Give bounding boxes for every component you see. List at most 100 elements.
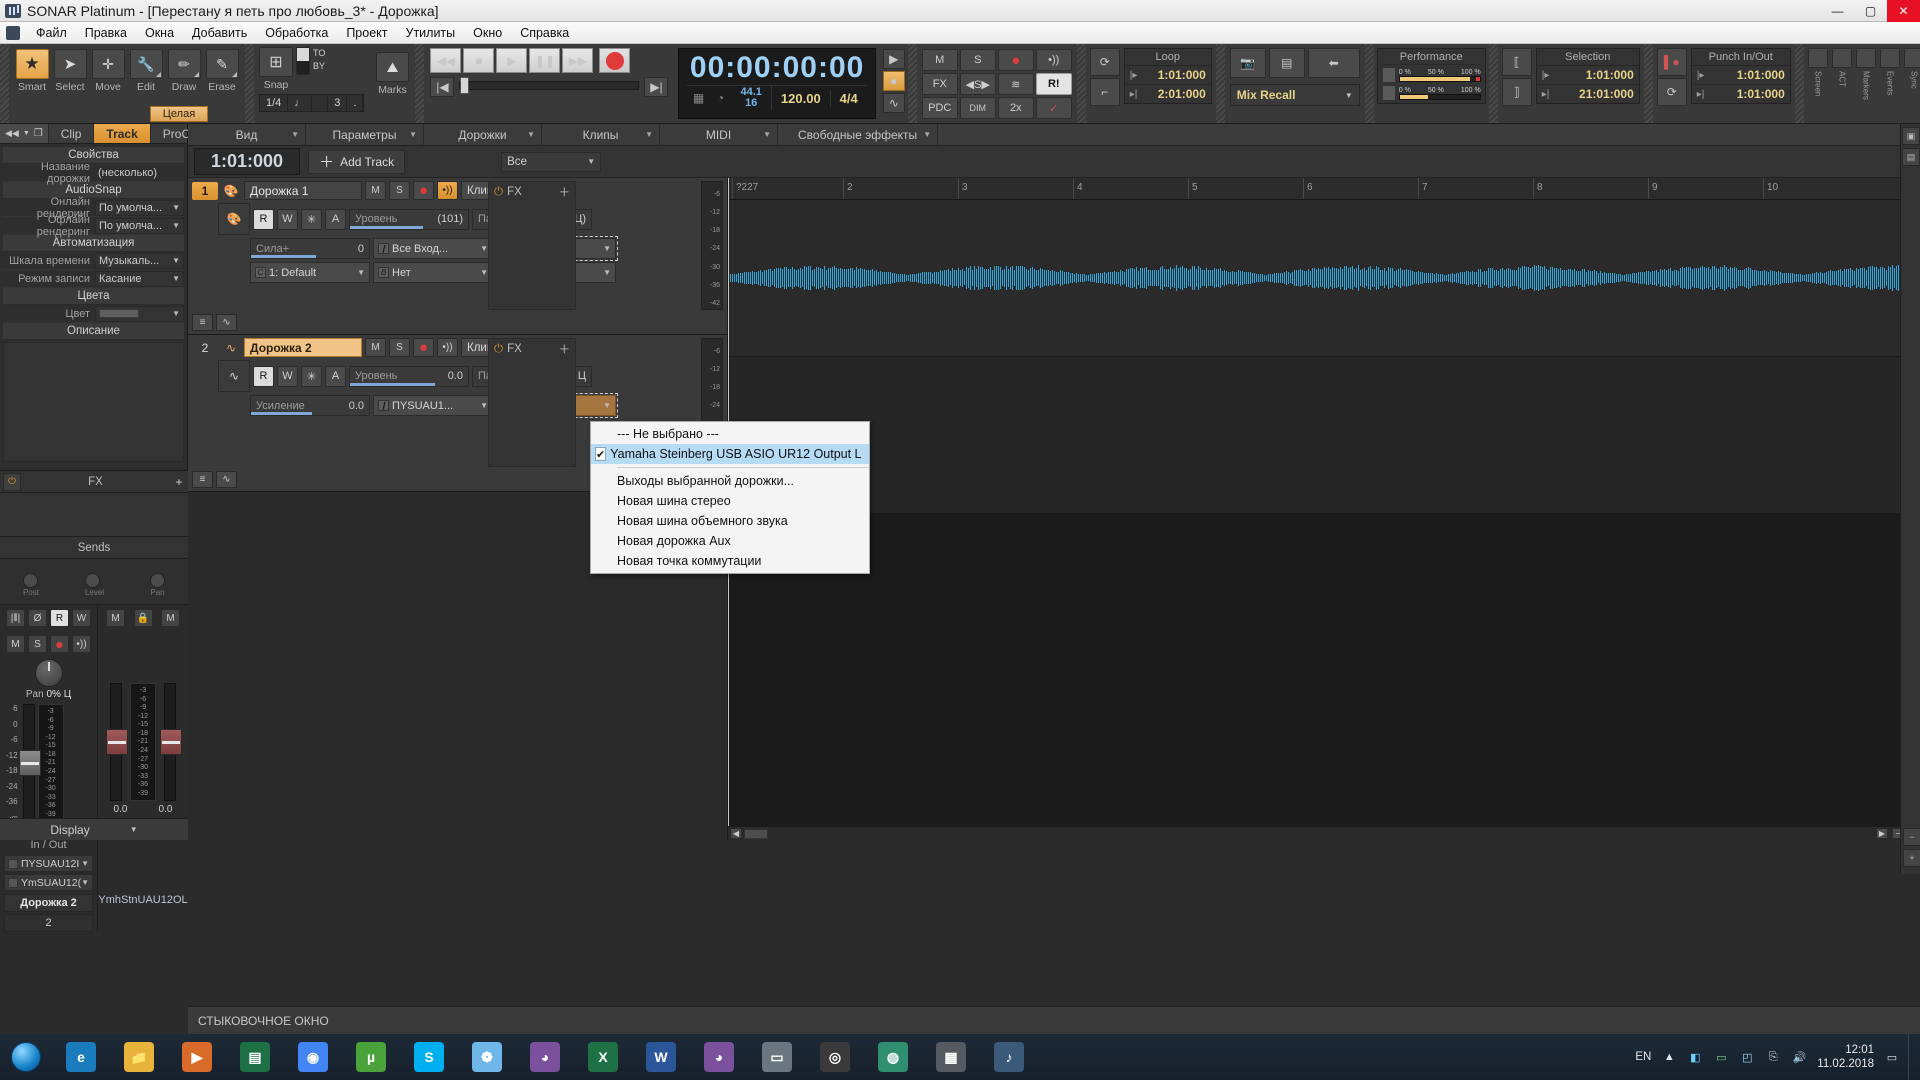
mix-recall-select[interactable]: Mix Recall ▼: [1229, 84, 1360, 106]
palette-icon[interactable]: ◔: [709, 89, 731, 107]
skype-icon[interactable]: S: [400, 1034, 458, 1080]
loop-icon[interactable]: ⟳: [1089, 48, 1120, 76]
doublespeed-button[interactable]: 2x: [997, 97, 1034, 119]
menu-item-new-patch-point[interactable]: Новая точка коммутации: [591, 551, 869, 571]
row-track-name-value[interactable]: (несколько): [95, 165, 184, 181]
toolbar-grip-6[interactable]: [1215, 44, 1225, 123]
fx-bypass-button[interactable]: FX: [921, 73, 958, 95]
tv-menu-params[interactable]: Параметры ▼: [306, 124, 424, 145]
track1-fx-rack[interactable]: ⏻ FX ＋: [488, 181, 576, 310]
calc-icon[interactable]: ▦: [922, 1034, 980, 1080]
row-timebase-value[interactable]: Музыкаль... ▼: [95, 252, 184, 269]
snap-note-icon[interactable]: ♩: [288, 95, 313, 111]
play-mini-icon[interactable]: ▶: [882, 49, 905, 69]
automation-lane-icon[interactable]: ≡: [192, 314, 213, 331]
track1-arm-button[interactable]: ●: [413, 181, 434, 200]
go-to-start-button[interactable]: |◀: [430, 77, 455, 97]
start-orb-icon[interactable]: [0, 1034, 52, 1080]
input-monitor-icon[interactable]: •)): [72, 635, 91, 653]
menu-item-process[interactable]: Обработка: [256, 23, 337, 43]
description-textarea[interactable]: [3, 342, 184, 462]
clip-timeline-pane[interactable]: ?227 2 3 4 5 6 7 8 9 10 ◀ ▶ −: [728, 178, 1920, 840]
selection-end-row[interactable]: ▸| 21:01:000: [1537, 85, 1639, 103]
lock-icon[interactable]: 🔒: [133, 609, 153, 627]
photos-icon[interactable]: ❁: [458, 1034, 516, 1080]
sample-rate-display[interactable]: 44.1 16: [731, 86, 772, 110]
row-online-value[interactable]: По умолча... ▼: [95, 199, 184, 216]
rail-zoom-in-icon[interactable]: +: [1903, 849, 1920, 867]
volume-icon[interactable]: 🔊: [1791, 1049, 1807, 1065]
track1-input-select[interactable]: ❙ Все Вход... ▼: [373, 238, 493, 259]
send-pan-control[interactable]: Pan: [150, 572, 166, 597]
track1-channel-select[interactable]: C 1: Default ▼: [250, 262, 370, 283]
now-time-display[interactable]: 1:01:000: [194, 148, 301, 175]
disc-icon[interactable]: ◎: [806, 1034, 864, 1080]
toolbar-grip-2[interactable]: [245, 44, 254, 123]
input-echo-icon[interactable]: •)): [1035, 49, 1072, 71]
row-color-value[interactable]: ▼: [95, 305, 184, 322]
tab-track[interactable]: Track: [94, 124, 151, 143]
pdc-button[interactable]: PDC: [921, 97, 958, 119]
sidechain-button[interactable]: ◀S▶: [959, 73, 996, 95]
punch-end-row[interactable]: ▸| 1:01:000: [1692, 85, 1790, 103]
word-icon[interactable]: W: [632, 1034, 690, 1080]
row-record-mode[interactable]: Режим записи Касание ▼: [3, 270, 184, 288]
snap-resolution[interactable]: 1/4: [260, 95, 289, 111]
snap-grid-icon[interactable]: ⊞: [259, 47, 293, 77]
track2-write-button[interactable]: W: [277, 365, 298, 387]
track2-volume-slider[interactable]: Уровень 0.0: [349, 365, 469, 387]
track1-volume-slider[interactable]: Уровень (101): [349, 208, 469, 230]
track1-add-fx-button[interactable]: ＋: [559, 184, 571, 200]
track1-solo-button[interactable]: S: [389, 181, 410, 200]
globe-icon[interactable]: ◍: [864, 1034, 922, 1080]
tv-menu-tracks[interactable]: Дорожки ▼: [424, 124, 542, 145]
punch-icon[interactable]: ⌐: [1089, 78, 1120, 106]
tv-menu-view[interactable]: Вид ▼: [188, 124, 306, 145]
rail-maximize-icon[interactable]: ▣: [1902, 127, 1920, 145]
marks-button[interactable]: ⛰ Marks: [374, 52, 410, 98]
whole-button[interactable]: Целая: [150, 106, 208, 122]
menu-item-none[interactable]: --- Не выбрано ---: [591, 424, 869, 444]
track1-bank-select[interactable]: B Нет ▼: [373, 262, 493, 283]
send-pan-knob[interactable]: [150, 572, 166, 588]
mute-button[interactable]: M: [6, 635, 25, 653]
notifications-icon[interactable]: ▭: [1884, 1049, 1900, 1065]
track2-read-button[interactable]: R: [253, 365, 274, 387]
toolbar-grip-9[interactable]: [1643, 44, 1653, 123]
bus-fader-left[interactable]: [105, 683, 128, 801]
punch-record-icon[interactable]: ▌●: [1656, 48, 1687, 76]
row-color[interactable]: Цвет ▼: [3, 305, 184, 323]
row-timebase[interactable]: Шкала времени Музыкаль... ▼: [3, 252, 184, 270]
chevron-up-icon[interactable]: ▲: [1661, 1049, 1677, 1065]
write-automation-button[interactable]: W: [72, 609, 91, 627]
tempo-pen-icon[interactable]: ✓: [1035, 97, 1072, 119]
menu-bar[interactable]: Файл Правка Окна Добавить Обработка Прое…: [0, 22, 1920, 63]
row-offline-render[interactable]: Офлайн рендеринг По умолча... ▼: [3, 214, 184, 238]
track2-input-select[interactable]: ❙ ПYSUAU1... ▼: [373, 395, 493, 416]
tool-draw[interactable]: ✏ Draw: [166, 49, 202, 95]
snap-triplet[interactable]: 3: [328, 95, 348, 111]
toolbar-grip-7[interactable]: [1364, 44, 1374, 123]
play-button[interactable]: ▶: [496, 48, 528, 73]
dim-button[interactable]: DIM: [959, 97, 996, 119]
track2-clip-lane[interactable]: [728, 357, 1920, 514]
close-button[interactable]: ✕: [1887, 0, 1920, 22]
toolbar-grip-5[interactable]: [1076, 44, 1086, 123]
palette-icon[interactable]: 🎨: [218, 203, 250, 235]
menu-item-project[interactable]: Проект: [337, 23, 396, 43]
toolbar-grip-4[interactable]: [907, 44, 917, 123]
monitor-icon[interactable]: ▭: [1713, 1049, 1729, 1065]
edge-icon[interactable]: e: [52, 1034, 110, 1080]
automation-lane-icon[interactable]: ≡: [192, 471, 213, 488]
track2-number[interactable]: 2: [192, 339, 218, 357]
track1-write-button[interactable]: W: [277, 208, 298, 230]
row-record-mode-value[interactable]: Касание ▼: [95, 270, 184, 287]
selection-set-icon[interactable]: ⟦: [1501, 48, 1532, 76]
track1-read-button[interactable]: R: [253, 208, 274, 230]
snap-value-group[interactable]: 1/4 ♩ 3 .: [259, 94, 365, 112]
input-echo-icon[interactable]: •)): [437, 338, 458, 357]
loop-start-row[interactable]: |▸ 1:01:000: [1124, 66, 1211, 85]
menu-item-new-stereo-bus[interactable]: Новая шина стерео: [591, 491, 869, 511]
console-output-select[interactable]: YmSUAU12( ▼: [4, 874, 94, 891]
selection-clear-icon[interactable]: ⟧: [1501, 78, 1532, 106]
